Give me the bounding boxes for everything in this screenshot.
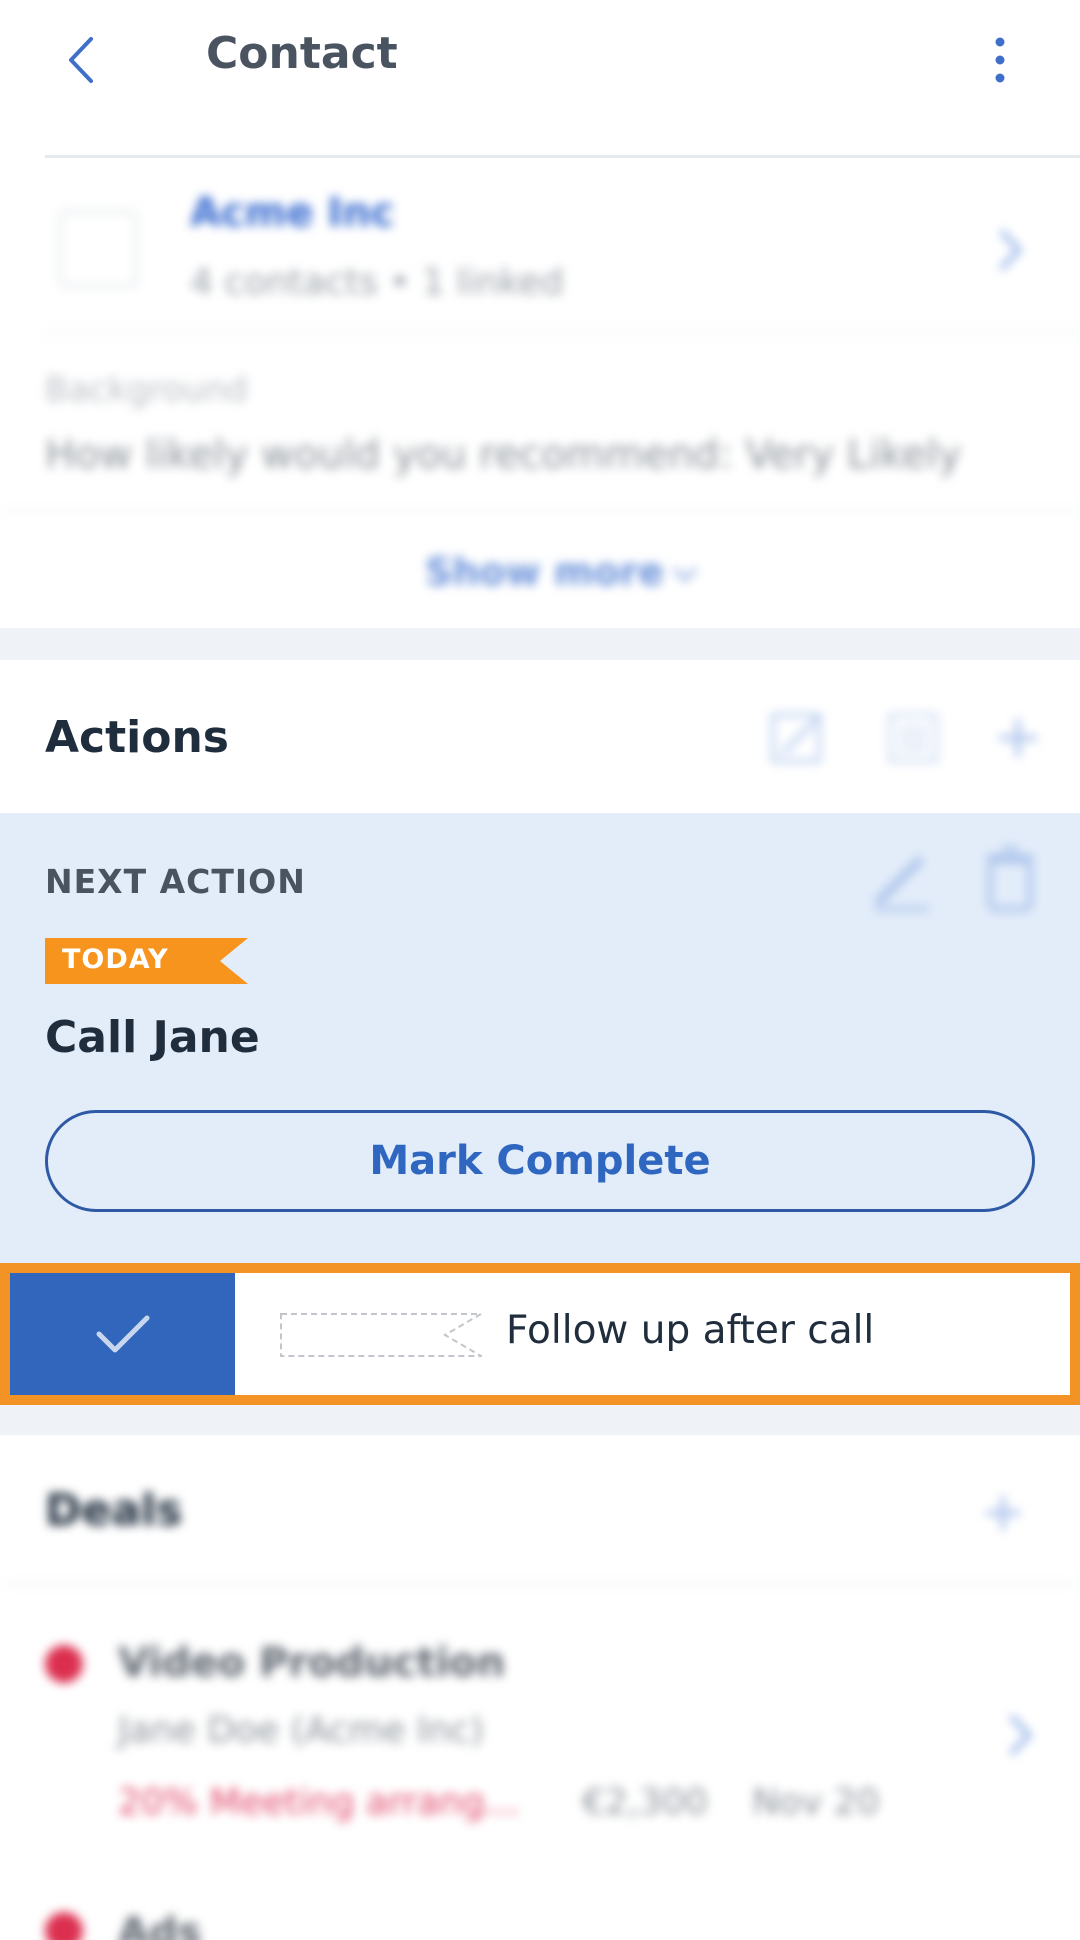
deal-status-dot — [45, 1912, 83, 1940]
deals-title: Deals — [45, 1485, 183, 1536]
page-title: Contact — [206, 28, 398, 79]
deal-status-dot — [45, 1645, 83, 1683]
deal-amount: €2,300 — [582, 1782, 708, 1823]
deal-name[interactable]: Video Production — [118, 1640, 505, 1686]
deal-date: Nov 20 — [752, 1782, 880, 1823]
deal-stage: 20% Meeting arrang... — [118, 1782, 520, 1823]
deal-name[interactable]: Ads — [118, 1910, 201, 1940]
divider — [45, 155, 1080, 158]
chevron-right-icon[interactable] — [995, 225, 1025, 275]
edit-icon[interactable] — [765, 705, 831, 771]
list-icon[interactable] — [880, 705, 946, 771]
divider — [0, 1583, 1080, 1585]
checkmark-icon — [96, 1315, 149, 1353]
section-separator — [0, 1405, 1080, 1435]
plus-icon[interactable] — [978, 1488, 1028, 1538]
pencil-icon[interactable] — [865, 845, 935, 915]
more-vertical-icon — [995, 37, 1005, 83]
actions-title: Actions — [45, 712, 229, 763]
back-button[interactable] — [55, 30, 105, 90]
company-name-link[interactable]: Acme Inc — [190, 190, 394, 236]
app-bar: Contact — [0, 0, 1080, 120]
next-action-title: Call Jane — [45, 1012, 260, 1063]
background-label: Background — [45, 370, 248, 410]
next-action-label: NEXT ACTION — [45, 862, 306, 901]
flag-placeholder-icon — [280, 1313, 482, 1357]
show-more-button[interactable]: Show more — [425, 550, 664, 594]
divider — [45, 332, 1080, 334]
deal-contact: Jane Doe (Acme Inc) — [118, 1710, 485, 1751]
company-icon — [58, 210, 138, 288]
today-badge-label: TODAY — [62, 944, 169, 975]
divider — [0, 510, 1080, 512]
mark-complete-button[interactable]: Mark Complete — [45, 1110, 1035, 1212]
completed-action-text: Follow up after call — [506, 1308, 875, 1353]
background-text: How likely would you recommend: Very Lik… — [45, 432, 962, 478]
plus-icon[interactable] — [985, 705, 1051, 771]
more-options-button[interactable] — [980, 30, 1020, 90]
chevron-down-icon — [672, 566, 698, 583]
chevron-left-icon — [69, 37, 93, 83]
completed-checkbox[interactable] — [10, 1273, 235, 1395]
trash-icon[interactable] — [980, 845, 1040, 915]
chevron-right-icon[interactable] — [1005, 1710, 1035, 1760]
section-separator — [0, 628, 1080, 660]
company-subtitle: 4 contacts • 1 linked — [190, 262, 564, 303]
